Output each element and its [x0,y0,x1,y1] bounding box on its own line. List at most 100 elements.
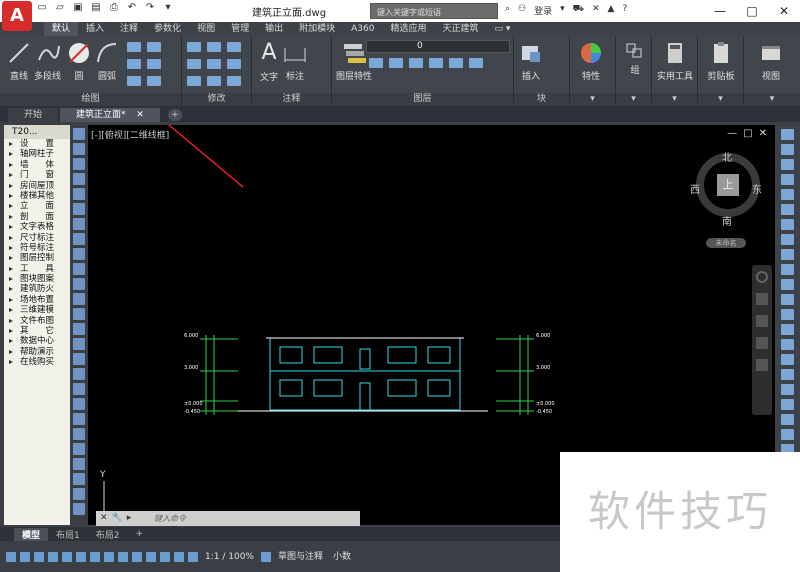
gradient-icon[interactable] [147,59,161,69]
draw-tool-icon[interactable] [73,488,85,500]
new-tab-button[interactable]: + [167,109,182,121]
draw-tool-icon[interactable] [73,233,85,245]
rotate-icon[interactable] [207,42,221,52]
palette-item-0[interactable]: 设 置 [4,139,70,149]
draw-tool-icon[interactable] [73,443,85,455]
ribbon-more-icon[interactable]: ▭ ▾ [487,22,519,36]
help-icon[interactable]: ? [622,4,627,17]
new-file-icon[interactable]: ▭ [36,2,48,14]
layer-prev-icon[interactable] [469,58,483,68]
ellipse-icon[interactable] [127,59,141,69]
palette-item-7[interactable]: 剖 面 [4,212,70,222]
draw-tool-icon[interactable] [73,473,85,485]
draw-tool-icon[interactable] [73,293,85,305]
autodesk-app-icon[interactable]: ▲ [608,4,615,17]
palette-item-18[interactable]: 其 它 [4,326,70,336]
layer-off-icon[interactable] [369,58,383,68]
layer-dropdown[interactable]: 0 [366,40,510,53]
modify-tool-icon[interactable] [781,159,794,170]
lineweight-icon[interactable] [104,552,114,562]
ribbon-tab-5[interactable]: 管理 [223,22,257,36]
draw-tool-icon[interactable] [73,128,85,140]
draw-tool-icon[interactable] [73,263,85,275]
palette-item-8[interactable]: 文字表格 [4,222,70,232]
palette-item-10[interactable]: 符号标注 [4,243,70,253]
clipboard-panel-title[interactable]: ▾ [698,93,743,106]
view-button[interactable]: 视图 [748,40,794,82]
palette-item-20[interactable]: 帮助演示 [4,347,70,357]
close-tab-icon[interactable]: ✕ [136,110,144,120]
draw-tool-icon[interactable] [73,173,85,185]
clipboard-button[interactable]: 剪贴板 [698,40,744,82]
binoculars-icon[interactable]: ⌕ [505,4,510,17]
draw-tool-icon[interactable] [73,428,85,440]
3d-osnap-icon[interactable] [146,552,156,562]
group-button[interactable]: 组 [622,40,648,76]
units-indicator[interactable]: 小数 [330,550,354,564]
print-icon[interactable]: ⎙ [108,2,120,14]
layer-panel-title[interactable]: 图层 [332,93,513,106]
draw-tool-icon[interactable] [73,323,85,335]
palette-item-14[interactable]: 建筑防火 [4,284,70,294]
draw-tool-icon[interactable] [73,143,85,155]
modify-tool-icon[interactable] [781,384,794,395]
palette-item-13[interactable]: 图块图案 [4,274,70,284]
palette-item-5[interactable]: 楼梯其他 [4,191,70,201]
move-icon[interactable] [187,42,201,52]
modify-tool-icon[interactable] [781,339,794,350]
layer-lock-icon[interactable] [429,58,443,68]
ribbon-tab-8[interactable]: A360 [343,22,382,36]
block-panel-title[interactable]: 块 [514,93,569,106]
modify-tool-icon[interactable] [781,369,794,380]
fillet-icon[interactable] [227,59,241,69]
tab-drawing[interactable]: 建筑正立面* ✕ [60,108,160,122]
command-settings-icon[interactable]: 🔧 [112,513,123,523]
command-line-input[interactable]: 键入命令 [96,511,360,526]
draw-tool-icon[interactable] [73,203,85,215]
modify-tool-icon[interactable] [781,174,794,185]
ribbon-tab-4[interactable]: 视图 [189,22,223,36]
application-menu-button[interactable]: A [2,1,32,31]
palette-item-2[interactable]: 墙 体 [4,160,70,170]
workspace-switch[interactable]: 草图与注释 [275,550,326,564]
dimension-tool[interactable]: 标注 [282,40,308,82]
boundary-icon[interactable] [127,76,141,86]
modify-tool-icon[interactable] [781,414,794,425]
palette-item-6[interactable]: 立 面 [4,201,70,211]
modify-tool-icon[interactable] [781,129,794,140]
exchange-icon[interactable]: ✕ [592,4,600,17]
palette-item-12[interactable]: 工 具 [4,264,70,274]
modify-tool-icon[interactable] [781,399,794,410]
modify-tool-icon[interactable] [781,219,794,230]
modify-panel-title[interactable]: 修改 [182,93,251,106]
draw-tool-icon[interactable] [73,503,85,515]
modify-tool-icon[interactable] [781,354,794,365]
maximize-button[interactable]: □ [736,0,768,22]
draw-tool-icon[interactable] [73,458,85,470]
text-tool[interactable]: A 文字 [256,40,282,83]
line-tool[interactable]: 直线 [6,40,32,82]
open-file-icon[interactable]: ▱ [54,2,66,14]
layout-tab-2[interactable]: 布局2 [88,528,128,541]
palette-item-9[interactable]: 尺寸标注 [4,233,70,243]
annotation-panel-title[interactable]: 注释 [252,93,331,106]
layer-isolate-icon[interactable] [389,58,403,68]
mirror-icon[interactable] [207,59,221,69]
trim-icon[interactable] [227,42,241,52]
command-recent-icon[interactable]: ▸ [127,513,132,523]
palette-item-3[interactable]: 门 窗 [4,170,70,180]
utilities-button[interactable]: 实用工具 [652,40,698,82]
modify-tool-icon[interactable] [781,189,794,200]
modify-tool-icon[interactable] [781,324,794,335]
view-panel-title[interactable]: ▾ [744,93,800,106]
gizmo-icon[interactable] [160,552,170,562]
user-icon[interactable]: ⚇ [518,4,526,17]
annotation-scale[interactable]: 1:1 / 100% [202,550,257,564]
copy-icon[interactable] [187,59,201,69]
palette-item-15[interactable]: 场地布置 [4,295,70,305]
properties-panel-title[interactable]: ▾ [570,93,615,106]
tab-start[interactable]: 开始 [8,108,59,122]
draw-tool-icon[interactable] [73,308,85,320]
palette-item-11[interactable]: 图层控制 [4,253,70,263]
draw-tool-icon[interactable] [73,188,85,200]
